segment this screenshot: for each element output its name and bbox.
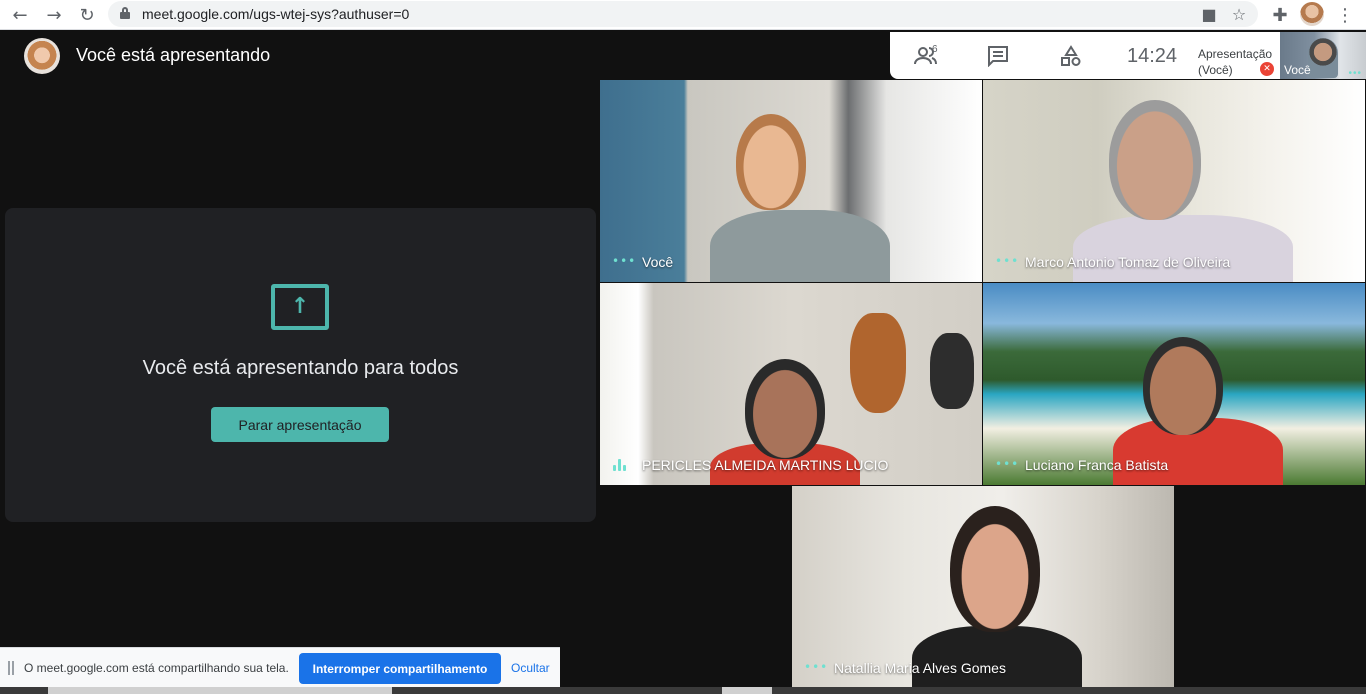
video-face (1143, 337, 1223, 435)
more-vert-icon[interactable]: ⋮ (1333, 3, 1357, 27)
back-arrow-icon[interactable]: ← (8, 3, 32, 27)
participant-tile[interactable]: ••• Luciano Franca Batista (983, 283, 1365, 485)
reload-icon[interactable]: ↻ (75, 3, 99, 27)
self-mini-video (1308, 38, 1338, 78)
browser-toolbar: ← → ↻ meet.google.com/ugs-wtej-sys?authu… (0, 0, 1366, 30)
audio-indicator-icon: ••• (804, 660, 829, 674)
mic-off-icon: ✕ (1260, 62, 1274, 76)
participant-name: Marco Antonio Tomaz de Oliveira (1025, 254, 1231, 270)
camera-icon[interactable]: ■ (1200, 5, 1218, 24)
meeting-clock: 14:24 (1127, 45, 1178, 67)
participant-name: Você (642, 254, 674, 270)
meeting-toolbar: 6 14:24 (890, 32, 1194, 79)
activities-icon[interactable] (1059, 44, 1083, 68)
share-message: O meet.google.com está compartilhando su… (24, 661, 289, 675)
chat-icon[interactable] (986, 44, 1010, 68)
audio-indicator-icon: ••• (995, 457, 1020, 471)
presentation-mini-tile[interactable]: Apresentação (Você) ✕ (1194, 32, 1280, 79)
self-mini-label: Você (1284, 63, 1311, 77)
participant-name: Luciano Franca Batista (1025, 457, 1169, 473)
video-face (1109, 100, 1201, 220)
speaking-indicator-icon (613, 459, 629, 471)
screen-share-notification: O meet.google.com está compartilhando su… (0, 647, 560, 687)
taskbar-item[interactable] (722, 687, 772, 694)
participant-tile[interactable]: ••• Natallia Maria Alves Gomes (792, 486, 1174, 688)
video-torso (912, 626, 1082, 688)
video-face (745, 359, 825, 459)
forward-arrow-icon[interactable]: → (42, 3, 66, 27)
video-face (950, 506, 1040, 632)
stop-sharing-button[interactable]: Interromper compartilhamento (299, 653, 501, 684)
video-torso (710, 210, 890, 282)
url-text[interactable]: meet.google.com/ugs-wtej-sys?authuser=0 (142, 6, 409, 22)
presenting-message: Você está apresentando para todos (142, 357, 459, 379)
extensions-icon[interactable]: ✚ (1268, 3, 1292, 27)
star-icon[interactable]: ☆ (1230, 5, 1248, 24)
audio-indicator-icon: ••• (995, 254, 1020, 268)
participants-count: 6 (932, 44, 938, 55)
taskbar-item[interactable] (48, 687, 392, 694)
participant-tile[interactable]: PERICLES ALMEIDA MARTINS LUCIO (600, 283, 982, 485)
audio-indicator-icon: ••• (612, 254, 637, 268)
video-face (736, 114, 806, 210)
present-screen-icon: ↑ (271, 284, 329, 330)
profile-avatar[interactable] (1300, 2, 1324, 26)
participant-name: Natallia Maria Alves Gomes (834, 660, 1006, 676)
audio-indicator-icon: ••• (1348, 68, 1362, 79)
presenting-panel: ↑ Você está apresentando para todos Para… (5, 208, 596, 522)
guitar-image (930, 333, 974, 409)
hide-link[interactable]: Ocultar (511, 661, 550, 675)
avatar (24, 38, 60, 74)
participant-tile[interactable]: ••• Marco Antonio Tomaz de Oliveira (983, 80, 1365, 282)
guitar-image (850, 313, 906, 413)
stop-presenting-button[interactable]: Parar apresentação (211, 407, 389, 442)
address-bar[interactable]: meet.google.com/ugs-wtej-sys?authuser=0 … (108, 1, 1258, 27)
video-torso (1073, 215, 1293, 282)
taskbar (0, 687, 1366, 694)
lock-icon[interactable] (120, 7, 130, 19)
participant-tile[interactable]: ••• Você (600, 80, 982, 282)
self-mini-tile[interactable]: Você ••• (1280, 32, 1366, 79)
drag-handle-icon[interactable] (8, 661, 14, 675)
participant-name: PERICLES ALMEIDA MARTINS LUCIO (642, 457, 889, 473)
page-title: Você está apresentando (76, 45, 271, 65)
